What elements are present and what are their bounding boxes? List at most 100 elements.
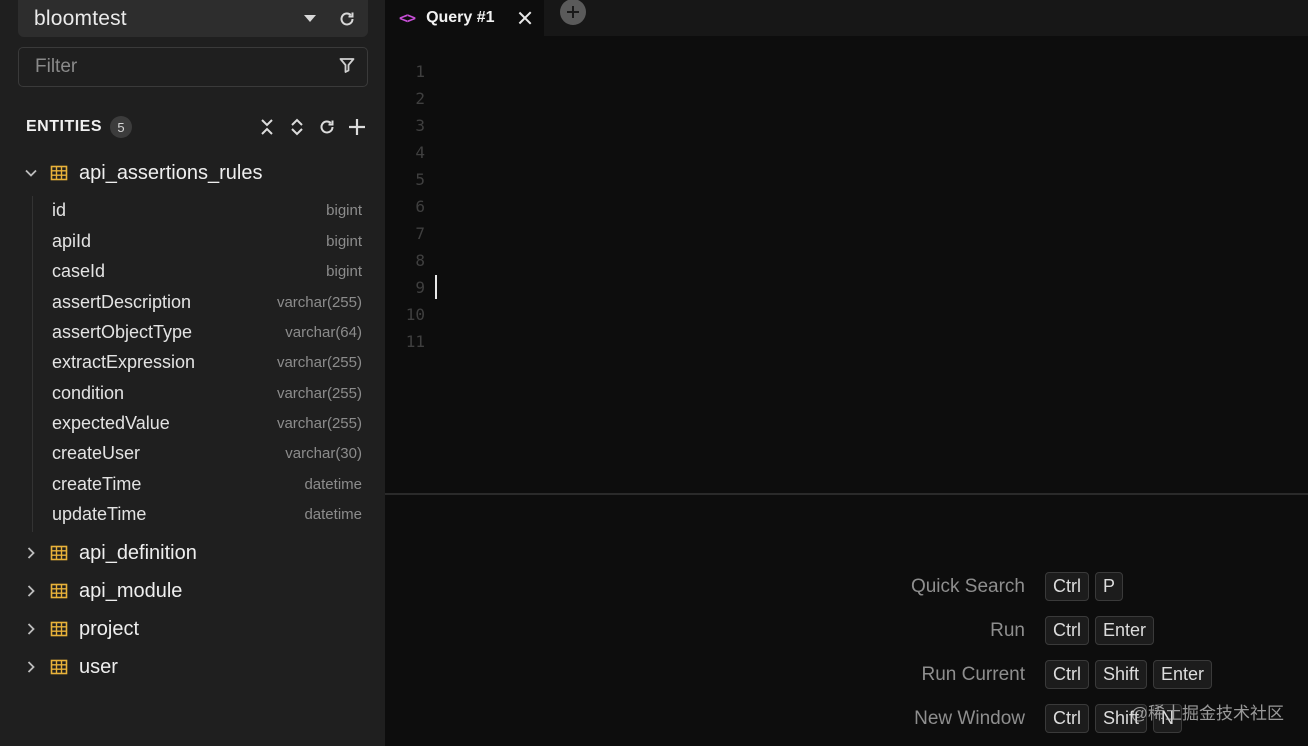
shortcut-quick-search: Quick Search Ctrl P (385, 572, 1308, 602)
table-item-api-assertions-rules[interactable]: api_assertions_rules (22, 158, 372, 188)
database-name: bloomtest (34, 6, 127, 30)
line-number: 4 (415, 143, 425, 162)
column-row[interactable]: caseId bigint (52, 257, 362, 285)
add-tab-icon[interactable] (560, 0, 586, 25)
line-number: 11 (405, 332, 425, 351)
column-name: assertDescription (52, 291, 192, 312)
column-row[interactable]: condition varchar(255) (52, 379, 362, 407)
column-row[interactable]: assertDescription varchar(255) (52, 288, 362, 316)
line-number: 6 (415, 197, 425, 216)
table-name: api_module (79, 579, 183, 602)
column-type: bigint (326, 232, 362, 250)
line-number: 2 (415, 89, 425, 108)
add-entity-icon[interactable] (348, 117, 366, 137)
tree-guide-line (32, 196, 33, 532)
key-cap: P (1095, 572, 1124, 601)
table-name: user (79, 655, 118, 678)
close-icon[interactable] (518, 11, 532, 25)
table-name: project (79, 617, 140, 640)
key-cap: Ctrl (1045, 704, 1089, 733)
line-number: 10 (405, 305, 425, 324)
column-name: extractExpression (52, 351, 196, 372)
filter-input[interactable] (35, 56, 339, 78)
key-cap: Ctrl (1045, 572, 1089, 601)
database-selector[interactable]: bloomtest (18, 0, 368, 37)
table-item-user[interactable]: user (22, 652, 372, 682)
column-type: varchar(255) (276, 353, 362, 371)
shortcut-keys: Ctrl P (1045, 572, 1124, 601)
column-row[interactable]: createTime datetime (52, 470, 362, 498)
column-type: varchar(255) (276, 384, 362, 402)
chevron-down-icon[interactable] (22, 164, 40, 182)
table-item-api-definition[interactable]: api_definition (22, 538, 372, 568)
column-row[interactable]: createUser varchar(30) (52, 439, 362, 467)
shortcut-label: Run Current (921, 664, 1026, 685)
table-icon (50, 620, 68, 638)
entities-toolbar (258, 117, 366, 137)
tab-label: Query #1 (426, 9, 495, 26)
shortcut-label: New Window (914, 708, 1025, 729)
filter-field[interactable] (18, 47, 368, 87)
column-name: condition (52, 382, 125, 403)
table-icon (50, 658, 68, 676)
column-row[interactable]: assertObjectType varchar(64) (52, 318, 362, 346)
watermark: @稀土掘金技术社区 (1130, 704, 1284, 723)
column-row[interactable]: extractExpression varchar(255) (52, 348, 362, 376)
refresh-database-icon[interactable] (338, 10, 356, 28)
key-cap: Ctrl (1045, 660, 1089, 689)
key-cap: Shift (1095, 660, 1148, 689)
column-type: bigint (326, 262, 362, 280)
tab-query-1[interactable]: <> Query #1 (385, 0, 544, 36)
column-name: createTime (52, 473, 142, 494)
column-name: updateTime (52, 503, 147, 524)
line-number-gutter: 1 2 3 4 5 6 7 8 9 10 11 (385, 58, 425, 355)
filter-icon[interactable] (339, 57, 355, 78)
shortcut-run-current: Run Current Ctrl Shift Enter (385, 660, 1308, 690)
chevron-right-icon[interactable] (22, 544, 40, 562)
query-editor[interactable]: 1 2 3 4 5 6 7 8 9 10 11 (385, 36, 1308, 493)
column-name: id (52, 199, 67, 220)
column-name: caseId (52, 260, 106, 281)
line-number: 3 (415, 116, 425, 135)
column-name: createUser (52, 442, 141, 463)
shortcut-keys: Ctrl Shift Enter (1045, 660, 1213, 689)
column-name: assertObjectType (52, 321, 193, 342)
tab-bar: <> Query #1 (385, 0, 1308, 36)
entities-count-badge: 5 (110, 116, 133, 138)
sidebar: bloomtest ENTITIES 5 (0, 0, 385, 746)
table-icon (50, 582, 68, 600)
line-number: 5 (415, 170, 425, 189)
expand-all-icon[interactable] (288, 117, 306, 137)
column-type: varchar(30) (285, 444, 362, 462)
column-row[interactable]: apiId bigint (52, 227, 362, 255)
chevron-down-icon[interactable] (304, 15, 316, 22)
line-number: 8 (415, 251, 425, 270)
results-panel: Quick Search Ctrl P Run Ctrl Enter Run C… (385, 495, 1308, 746)
key-cap: Enter (1095, 616, 1155, 645)
table-name: api_definition (79, 541, 197, 564)
column-type: bigint (326, 201, 362, 219)
chevron-right-icon[interactable] (22, 582, 40, 600)
table-name: api_assertions_rules (79, 161, 263, 184)
table-icon (50, 164, 68, 182)
chevron-right-icon[interactable] (22, 620, 40, 638)
shortcut-keys: Ctrl Enter (1045, 616, 1155, 645)
chevron-right-icon[interactable] (22, 658, 40, 676)
refresh-entities-icon[interactable] (318, 117, 336, 137)
table-item-project[interactable]: project (22, 614, 372, 644)
shortcut-label: Quick Search (910, 576, 1025, 597)
key-cap: Ctrl (1045, 616, 1089, 645)
shortcut-label: Run (990, 620, 1025, 641)
entities-header: ENTITIES 5 (26, 114, 366, 140)
table-item-api-module[interactable]: api_module (22, 576, 372, 606)
table-icon (50, 544, 68, 562)
column-row[interactable]: id bigint (52, 196, 362, 224)
collapse-all-icon[interactable] (258, 117, 276, 137)
column-type: varchar(255) (276, 293, 362, 311)
column-name: expectedValue (52, 412, 170, 433)
entities-label: ENTITIES (26, 118, 103, 135)
column-type: datetime (304, 475, 362, 493)
key-cap: Enter (1153, 660, 1213, 689)
column-row[interactable]: expectedValue varchar(255) (52, 409, 362, 437)
column-row[interactable]: updateTime datetime (52, 500, 362, 528)
